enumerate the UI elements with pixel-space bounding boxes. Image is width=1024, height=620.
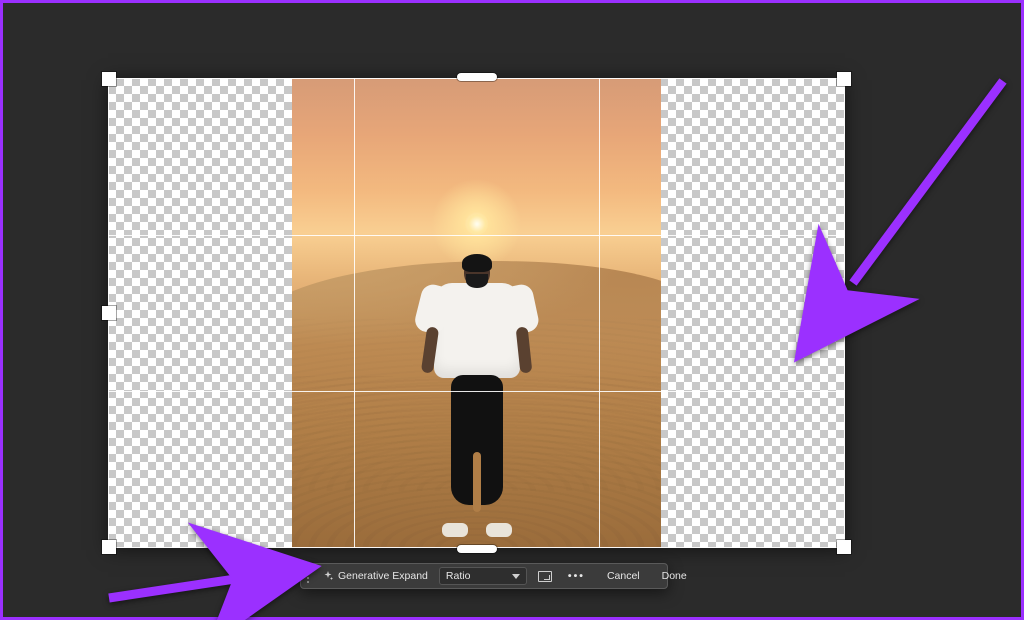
sparkle-icon [322, 570, 334, 582]
crop-canvas[interactable] [108, 78, 845, 548]
done-button[interactable]: Done [657, 568, 692, 584]
more-options-button[interactable]: ••• [563, 568, 590, 584]
chevron-down-icon [512, 574, 520, 579]
crop-handle-bottom-left[interactable] [102, 540, 116, 554]
done-label: Done [662, 570, 687, 582]
cancel-label: Cancel [607, 570, 640, 582]
crop-handle-top-left[interactable] [102, 72, 116, 86]
crop-handle-bottom-right[interactable] [837, 540, 851, 554]
ellipsis-icon: ••• [568, 570, 585, 582]
cancel-button[interactable]: Cancel [602, 568, 645, 584]
image-content [292, 78, 661, 548]
ratio-label: Ratio [446, 570, 471, 582]
crop-handle-top-center[interactable] [457, 73, 497, 81]
generative-expand-label: Generative Expand [338, 570, 428, 582]
sun [466, 213, 488, 235]
person-figure [422, 257, 532, 537]
straighten-icon [538, 571, 552, 582]
ratio-dropdown[interactable]: Ratio [439, 567, 527, 585]
straighten-button[interactable] [533, 569, 557, 584]
contextual-task-bar[interactable]: Generative Expand Ratio ••• Cancel Done [300, 563, 668, 589]
generative-expand-button[interactable]: Generative Expand [317, 568, 433, 584]
crop-handle-bottom-center[interactable] [457, 545, 497, 553]
crop-handle-mid-left[interactable] [102, 306, 116, 320]
